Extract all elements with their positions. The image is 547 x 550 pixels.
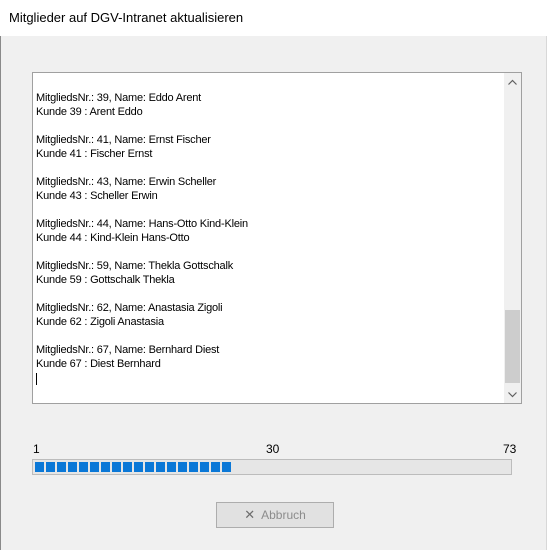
progress-segment [145, 462, 154, 472]
log-content: MitgliedsNr.: 39, Name: Eddo Arent Kunde … [36, 92, 498, 385]
log-customer-line: Kunde 62 : Zigoli Anastasia [36, 315, 164, 328]
progress-segment [156, 462, 165, 472]
cancel-button-label: Abbruch [261, 508, 306, 522]
text-caret [36, 373, 37, 385]
log-entry: MitgliedsNr.: 59, Name: Thekla Gottschal… [36, 260, 498, 287]
log-entry: MitgliedsNr.: 39, Name: Eddo Arent Kunde … [36, 92, 498, 119]
progress-segment [167, 462, 176, 472]
progress-segment [46, 462, 55, 472]
log-entry: MitgliedsNr.: 62, Name: Anastasia Zigoli… [36, 302, 498, 329]
chevron-up-icon [508, 79, 517, 85]
progress-bar [32, 459, 512, 475]
progress-segment [112, 462, 121, 472]
log-member-line: MitgliedsNr.: 62, Name: Anastasia Zigoli [36, 302, 223, 314]
cancel-button[interactable]: ✕ Abbruch [216, 502, 334, 528]
log-customer-line: Kunde 43 : Scheller Erwin [36, 189, 158, 202]
progress-segment [68, 462, 77, 472]
scrollbar-thumb[interactable] [505, 310, 520, 383]
chevron-down-icon [508, 391, 517, 397]
log-customer-line: Kunde 59 : Gottschalk Thekla [36, 273, 175, 286]
progress-max-label: 73 [503, 442, 517, 456]
log-customer-line: Kunde 39 : Arent Eddo [36, 105, 143, 118]
progress-segment [35, 462, 44, 472]
progress-segment [211, 462, 220, 472]
progress-segment [123, 462, 132, 472]
progress-segment [101, 462, 110, 472]
vertical-scrollbar[interactable] [504, 73, 521, 403]
progress-segment [189, 462, 198, 472]
log-member-line: MitgliedsNr.: 43, Name: Erwin Scheller [36, 176, 217, 188]
progress-segment [134, 462, 143, 472]
log-customer-line: Kunde 44 : Kind-Klein Hans-Otto [36, 231, 190, 244]
log-member-line: MitgliedsNr.: 44, Name: Hans-Otto Kind-K… [36, 218, 248, 230]
log-customer-line: Kunde 41 : Fischer Ernst [36, 147, 153, 160]
window-title: Mitglieder auf DGV-Intranet aktualisiere… [9, 10, 244, 25]
title-bar[interactable]: Mitglieder auf DGV-Intranet aktualisiere… [0, 0, 547, 36]
window-border-left [0, 36, 1, 550]
progress-segment [222, 462, 231, 472]
progress-segment [57, 462, 66, 472]
scroll-up-button[interactable] [504, 73, 521, 90]
progress-mid-label: 30 [266, 442, 280, 456]
progress-fill [35, 462, 233, 472]
log-entry: MitgliedsNr.: 67, Name: Bernhard Diest Ku… [36, 344, 498, 371]
log-textarea[interactable]: MitgliedsNr.: 39, Name: Eddo Arent Kunde … [32, 72, 522, 404]
log-member-line: MitgliedsNr.: 41, Name: Ernst Fischer [36, 134, 211, 146]
close-icon: ✕ [244, 507, 256, 522]
scroll-down-button[interactable] [504, 386, 521, 403]
progress-segment [200, 462, 209, 472]
log-entry: MitgliedsNr.: 41, Name: Ernst Fischer Kun… [36, 134, 498, 161]
progress-min-label: 1 [33, 442, 40, 456]
log-customer-line: Kunde 67 : Diest Bernhard [36, 357, 161, 370]
progress-segment [79, 462, 88, 472]
progress-segment [90, 462, 99, 472]
log-member-line: MitgliedsNr.: 59, Name: Thekla Gottschal… [36, 260, 234, 272]
log-member-line: MitgliedsNr.: 39, Name: Eddo Arent [36, 92, 202, 104]
log-entry: MitgliedsNr.: 43, Name: Erwin Scheller Ku… [36, 176, 498, 203]
log-entry: MitgliedsNr.: 44, Name: Hans-Otto Kind-K… [36, 218, 498, 245]
progress-segment [178, 462, 187, 472]
log-member-line: MitgliedsNr.: 67, Name: Bernhard Diest [36, 344, 220, 356]
